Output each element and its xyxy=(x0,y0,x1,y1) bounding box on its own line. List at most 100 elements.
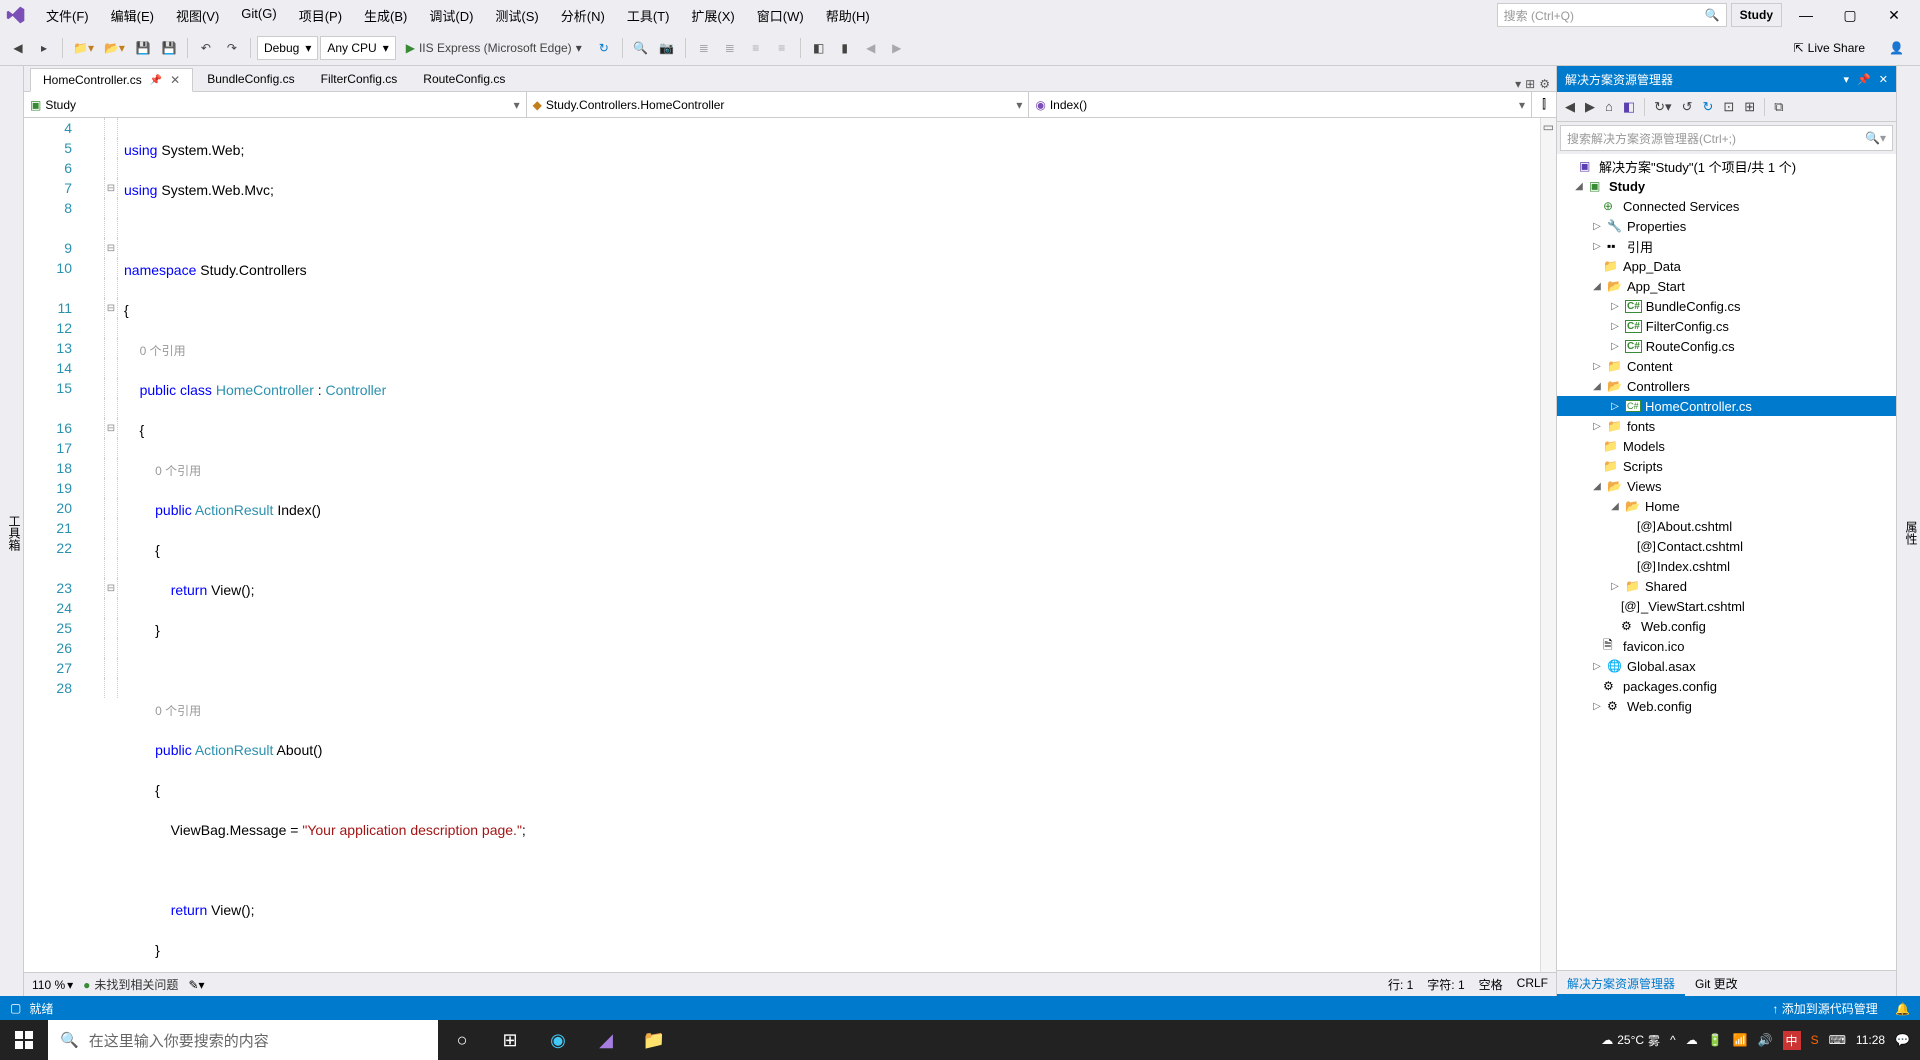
tab-filterconfig[interactable]: FilterConfig.cs xyxy=(309,67,410,91)
toolbox-dock-tab[interactable]: 工具箱 xyxy=(0,66,24,996)
tree-webconfig-root[interactable]: ▷⚙Web.config xyxy=(1557,696,1896,716)
notification-icon[interactable]: 🔔 xyxy=(1895,1002,1910,1016)
menu-file[interactable]: 文件(F) xyxy=(36,2,99,29)
account-icon[interactable]: 👤 xyxy=(1889,41,1904,55)
nav-project-combo[interactable]: ▣ Study▾ xyxy=(24,92,527,117)
battery-icon[interactable]: 🔋 xyxy=(1708,1033,1723,1047)
menu-git[interactable]: Git(G) xyxy=(231,2,286,29)
zoom-combo[interactable]: 110 %▾ xyxy=(32,978,73,992)
tab-homecontroller[interactable]: HomeController.cs 📌 ✕ xyxy=(30,68,193,92)
forward-button[interactable]: ▸ xyxy=(32,35,56,61)
bookmark-prev-icon[interactable]: ◀ xyxy=(859,35,883,61)
back-button[interactable]: ◀ xyxy=(6,35,30,61)
tree-webconfig-views[interactable]: ⚙Web.config xyxy=(1557,616,1896,636)
new-project-button[interactable]: 📁▾ xyxy=(69,35,98,61)
menu-project[interactable]: 项目(P) xyxy=(289,2,352,29)
ime-indicator[interactable]: 中 xyxy=(1783,1031,1801,1050)
edge-icon[interactable]: ◉ xyxy=(534,1020,582,1060)
nav-class-combo[interactable]: ◆ Study.Controllers.HomeController▾ xyxy=(527,92,1030,117)
save-button[interactable]: 💾 xyxy=(131,35,155,61)
save-all-button[interactable]: 💾 xyxy=(157,35,181,61)
tab-git-changes[interactable]: Git 更改 xyxy=(1685,971,1748,996)
tree-references[interactable]: ▷▪▪引用 xyxy=(1557,236,1896,256)
properties-icon[interactable]: ⧉ xyxy=(1770,96,1787,118)
refresh-tree-icon[interactable]: ↻ xyxy=(1698,96,1717,118)
input-mode-icon[interactable]: ⌨ xyxy=(1829,1033,1846,1047)
maximize-button[interactable]: ▢ xyxy=(1830,1,1870,29)
add-source-control[interactable]: ↑ 添加到源代码管理 🔔 xyxy=(1772,1000,1910,1017)
split-horizontal-icon[interactable]: ▭ xyxy=(1543,120,1554,134)
vs-taskbar-icon[interactable]: ◢ xyxy=(582,1020,630,1060)
tree-app-data[interactable]: 📁App_Data xyxy=(1557,256,1896,276)
minimize-button[interactable]: — xyxy=(1786,1,1826,29)
explorer-icon[interactable]: 📁 xyxy=(630,1020,678,1060)
uncomment-icon[interactable]: ≡ xyxy=(770,35,794,61)
tree-models[interactable]: 📁Models xyxy=(1557,436,1896,456)
vertical-scrollbar[interactable] xyxy=(1540,118,1556,972)
redo-button[interactable]: ↷ xyxy=(220,35,244,61)
menu-analyze[interactable]: 分析(N) xyxy=(551,2,615,29)
pin-icon[interactable]: 📌 xyxy=(150,75,162,86)
title-search-input[interactable]: 搜索 (Ctrl+Q) 🔍 xyxy=(1497,3,1727,27)
menu-build[interactable]: 生成(B) xyxy=(354,2,417,29)
tree-packages[interactable]: ⚙packages.config xyxy=(1557,676,1896,696)
panel-dropdown-icon[interactable]: ▾ xyxy=(1844,73,1850,86)
clock[interactable]: 11:28 xyxy=(1856,1033,1885,1047)
tray-chevron-icon[interactable]: ^ xyxy=(1670,1033,1676,1047)
tree-about-cshtml[interactable]: [@]About.cshtml xyxy=(1557,516,1896,536)
close-tab-icon[interactable]: ✕ xyxy=(170,73,180,87)
menu-debug[interactable]: 调试(D) xyxy=(419,2,483,29)
menu-window[interactable]: 窗口(W) xyxy=(747,2,814,29)
panel-title[interactable]: 解决方案资源管理器 ▾ 📌 ✕ xyxy=(1557,66,1896,92)
show-all-icon[interactable]: ⊞ xyxy=(1740,96,1759,118)
wifi-icon[interactable]: 📶 xyxy=(1733,1033,1748,1047)
tree-contact-cshtml[interactable]: [@]Contact.cshtml xyxy=(1557,536,1896,556)
fold-column[interactable]: ⊟ ⊟ ⊟ ⊟ ⊟ xyxy=(104,118,118,972)
undo-button[interactable]: ↶ xyxy=(194,35,218,61)
tree-viewstart[interactable]: [@]_ViewStart.cshtml xyxy=(1557,596,1896,616)
browser-link-icon[interactable]: 📷 xyxy=(655,35,679,61)
menu-help[interactable]: 帮助(H) xyxy=(816,2,880,29)
indent-icon[interactable]: ≣ xyxy=(692,35,716,61)
sogou-icon[interactable]: S xyxy=(1811,1033,1819,1047)
comment-icon[interactable]: ≡ xyxy=(744,35,768,61)
tab-gear-icon[interactable]: ⚙ xyxy=(1539,77,1550,91)
tree-routeconfig[interactable]: ▷C#RouteConfig.cs xyxy=(1557,336,1896,356)
tree-favicon[interactable]: 🗎favicon.ico xyxy=(1557,636,1896,656)
config-combo[interactable]: Debug▾ xyxy=(257,36,318,60)
tree-bundleconfig[interactable]: ▷C#BundleConfig.cs xyxy=(1557,296,1896,316)
tree-content[interactable]: ▷📁Content xyxy=(1557,356,1896,376)
panel-close-icon[interactable]: ✕ xyxy=(1879,73,1888,86)
tree-fonts[interactable]: ▷📁fonts xyxy=(1557,416,1896,436)
solution-name-badge[interactable]: Study xyxy=(1731,3,1782,27)
tree-app-start[interactable]: ◢📂App_Start xyxy=(1557,276,1896,296)
tree-project[interactable]: ◢▣Study xyxy=(1557,176,1896,196)
sync-icon[interactable]: ↺ xyxy=(1678,96,1697,118)
space-indicator[interactable]: 空格 xyxy=(1479,976,1503,993)
menu-tools[interactable]: 工具(T) xyxy=(617,2,680,29)
menu-test[interactable]: 测试(S) xyxy=(485,2,548,29)
nav-back-icon[interactable]: ◀ xyxy=(1561,96,1579,118)
pending-changes-icon[interactable]: ↻▾ xyxy=(1650,96,1675,118)
bookmark-icon[interactable]: ◧ xyxy=(807,35,831,61)
tab-routeconfig[interactable]: RouteConfig.cs xyxy=(411,67,517,91)
eol-indicator[interactable]: CRLF xyxy=(1517,976,1548,993)
tree-connected-services[interactable]: ⊕Connected Services xyxy=(1557,196,1896,216)
nav-forward-icon[interactable]: ▶ xyxy=(1581,96,1599,118)
start-button[interactable] xyxy=(0,1020,48,1060)
code-editor[interactable]: 4567 8910 111213 141516 17181920 212223 … xyxy=(24,118,1556,972)
tree-views[interactable]: ◢📂Views xyxy=(1557,476,1896,496)
weather-widget[interactable]: ☁ 25°C 雾 xyxy=(1601,1032,1660,1049)
refresh-button[interactable]: ↻ xyxy=(592,35,616,61)
cortana-icon[interactable]: ○ xyxy=(438,1020,486,1060)
taskbar-search-input[interactable]: 🔍 在这里输入你要搜索的内容 xyxy=(48,1020,438,1060)
tree-properties[interactable]: ▷🔧Properties xyxy=(1557,216,1896,236)
bookmark-flag-icon[interactable]: ▮ xyxy=(833,35,857,61)
notifications-icon[interactable]: 💬 xyxy=(1895,1033,1910,1047)
menu-edit[interactable]: 编辑(E) xyxy=(101,2,164,29)
tree-filterconfig[interactable]: ▷C#FilterConfig.cs xyxy=(1557,316,1896,336)
home-icon[interactable]: ⌂ xyxy=(1601,96,1617,117)
no-issues-indicator[interactable]: ● 未找到相关问题 xyxy=(83,976,178,993)
tree-homecontroller[interactable]: ▷C#HomeController.cs xyxy=(1557,396,1896,416)
run-button[interactable]: ▶IIS Express (Microsoft Edge)▾ xyxy=(398,35,590,61)
